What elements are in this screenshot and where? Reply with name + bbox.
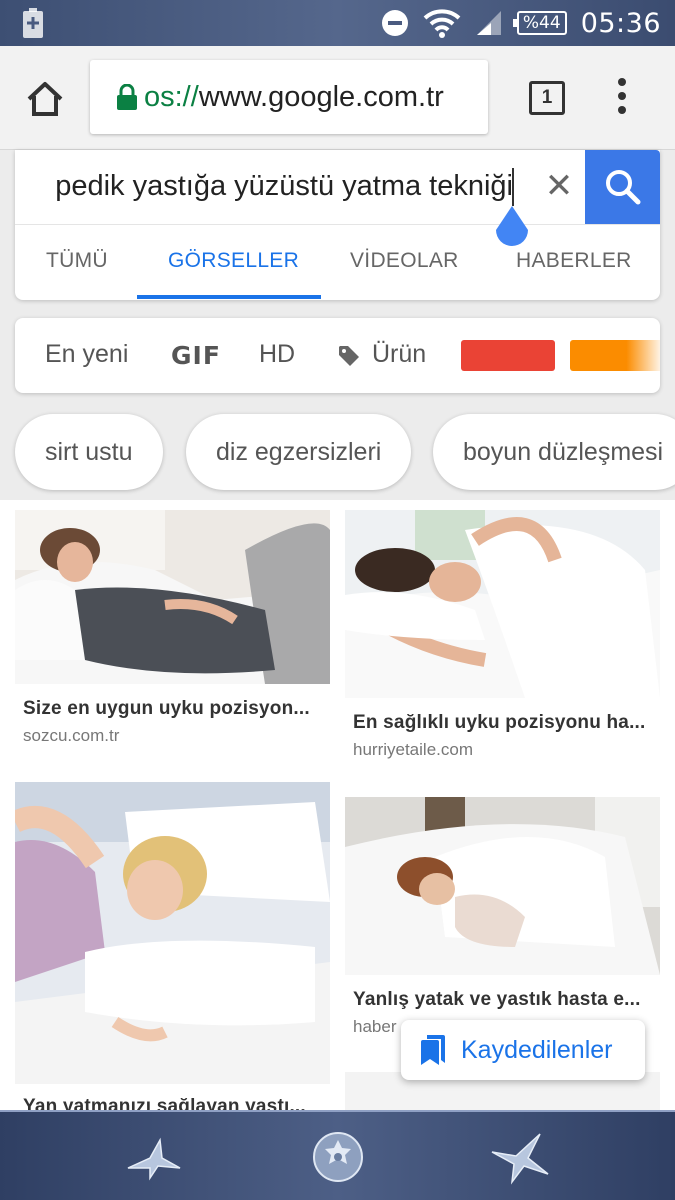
clock: 05:36 <box>580 7 661 39</box>
saved-items-label: Kaydedilenler <box>461 1035 613 1064</box>
back-star-icon[interactable] <box>120 1128 184 1186</box>
result-card[interactable]: Size en uygun uyku pozisyon... sozcu.com… <box>15 510 330 770</box>
image-results-grid: Size en uygun uyku pozisyon... sozcu.com… <box>0 500 675 1110</box>
color-filter-orange[interactable] <box>570 340 660 371</box>
filter-newest[interactable]: En yeni <box>45 340 128 369</box>
search-query: pedik yastığa yüzüstü yatma tekniği <box>55 170 513 202</box>
recents-star-icon[interactable] <box>488 1128 552 1186</box>
home-ball-icon[interactable] <box>306 1128 370 1186</box>
tab-videos[interactable]: VİDEOLAR <box>350 249 459 273</box>
color-filter-red[interactable] <box>461 340 555 371</box>
result-title: En sağlıklı uyku pozisyonu ha... <box>353 712 646 733</box>
result-source: sozcu.com.tr <box>23 726 120 745</box>
clear-search-button[interactable]: ✕ <box>541 168 577 204</box>
battery-percentage: %44 <box>512 11 567 35</box>
tab-all[interactable]: TÜMÜ <box>46 249 108 273</box>
result-thumbnail[interactable] <box>15 510 330 684</box>
bookmarks-icon <box>421 1035 445 1065</box>
status-bar: %44 05:36 <box>0 0 675 46</box>
text-cursor <box>512 168 514 206</box>
result-card[interactable]: Yan yatmanızı sağlayan yastı... <box>15 782 330 1110</box>
saved-items-button[interactable]: Kaydedilenler <box>401 1020 645 1080</box>
result-thumbnail[interactable] <box>345 797 660 975</box>
active-tab-indicator <box>137 295 321 299</box>
tab-news[interactable]: HABERLER <box>516 249 632 273</box>
signal-icon <box>476 11 501 35</box>
browser-toolbar: os://www.google.com.tr 1 <box>0 46 675 150</box>
result-thumbnail[interactable] <box>345 510 660 698</box>
wifi-icon <box>423 9 461 38</box>
result-source: hurriyetaile.com <box>353 740 473 759</box>
filter-hd[interactable]: HD <box>259 340 295 369</box>
result-source: haber <box>353 1017 397 1036</box>
result-title: Yan yatmanızı sağlayan yastı... <box>23 1096 306 1110</box>
url-text: os://www.google.com.tr <box>144 81 444 114</box>
search-tabs: TÜMÜ GÖRSELLER VİDEOLAR HABERLER <box>15 225 660 300</box>
chip-boyun-duzlesmesi[interactable]: boyun düzleşmesi <box>433 414 675 490</box>
home-icon <box>27 82 63 116</box>
url-scheme: os:// <box>144 80 199 113</box>
chip-sirt-ustu[interactable]: sirt ustu <box>15 414 163 490</box>
lock-icon <box>116 83 138 110</box>
filter-gif[interactable]: GIF <box>171 341 221 370</box>
tag-icon <box>339 346 359 366</box>
do-not-disturb-icon <box>381 10 408 36</box>
search-icon <box>606 170 641 205</box>
result-thumbnail[interactable] <box>15 782 330 1084</box>
battery-charging-icon <box>22 8 44 43</box>
bottom-navigation-bar <box>0 1110 675 1200</box>
tab-images[interactable]: GÖRSELLER <box>168 249 299 273</box>
search-card: pedik yastığa yüzüstü yatma tekniği ✕ TÜ… <box>15 150 660 300</box>
chip-diz-egzersizleri[interactable]: diz egzersizleri <box>186 414 412 490</box>
result-card[interactable]: En sağlıklı uyku pozisyonu ha... hurriye… <box>345 510 660 770</box>
filter-product[interactable]: Ürün <box>372 340 426 369</box>
text-selection-handle[interactable] <box>494 206 530 248</box>
filter-bar: En yeni GIF HD Ürün <box>15 318 660 393</box>
address-bar[interactable]: os://www.google.com.tr <box>90 60 488 134</box>
result-title: Size en uygun uyku pozisyon... <box>23 698 310 719</box>
search-button[interactable] <box>585 150 660 224</box>
url-host: www.google.com.tr <box>198 80 444 113</box>
tab-switcher-button[interactable]: 1 <box>529 81 565 115</box>
result-card[interactable]: Yanlış yatak ve yastık hasta e... haber <box>345 797 660 1037</box>
home-button[interactable] <box>24 78 66 120</box>
result-title: Yanlış yatak ve yastık hasta e... <box>353 989 641 1010</box>
overflow-menu-button[interactable] <box>612 78 632 120</box>
